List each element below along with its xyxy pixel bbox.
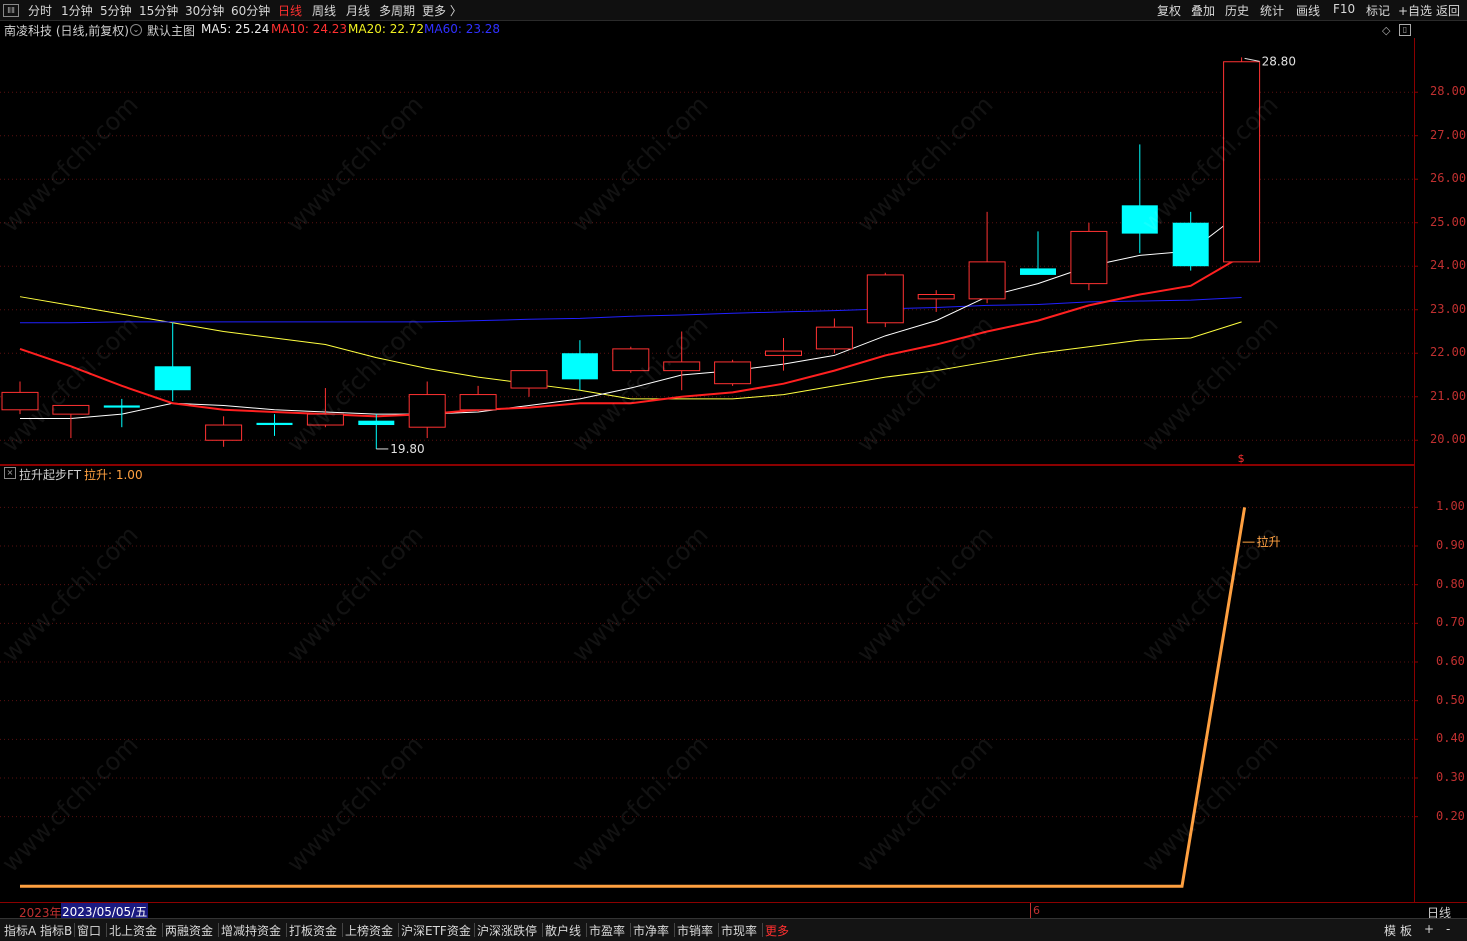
bottom-tab-8[interactable]: 沪深ETF资金 xyxy=(401,922,471,939)
tab-separator xyxy=(106,923,107,937)
candle-body-down xyxy=(561,353,598,380)
candle-body-up xyxy=(205,424,243,441)
bottom-right-button-3[interactable]: - xyxy=(1446,922,1450,936)
kline-chart[interactable]: 28.80 19.80 $ 拉升 xyxy=(0,0,1467,940)
tab-separator xyxy=(674,923,675,937)
cursor-date-label: 2023/05/05/五 xyxy=(61,903,149,919)
bottom-tab-15[interactable]: 更多 xyxy=(765,922,789,939)
tab-separator xyxy=(762,923,763,937)
tab-separator xyxy=(342,923,343,937)
tab-separator xyxy=(718,923,719,937)
low-price-label: 19.80 xyxy=(390,442,424,456)
candle-body-up xyxy=(459,394,497,411)
high-arrow xyxy=(1244,57,1260,62)
ma60-line xyxy=(20,297,1242,324)
lift-signal-line xyxy=(20,507,1247,888)
candle-body-down xyxy=(256,422,293,426)
high-price-label: 28.80 xyxy=(1262,54,1296,68)
bottom-tab-4[interactable]: 两融资金 xyxy=(165,922,213,939)
bottom-right-button-1[interactable]: 板 xyxy=(1400,922,1412,939)
bottom-tab-10[interactable]: 散户线 xyxy=(545,922,581,939)
bottom-tab-12[interactable]: 市净率 xyxy=(633,922,669,939)
candle-body-up xyxy=(917,294,955,300)
candle-body-up xyxy=(306,413,344,426)
candle-body-down xyxy=(358,420,395,426)
candle-body-down xyxy=(1020,268,1056,275)
bottom-tab-2[interactable]: 窗口 xyxy=(77,922,101,939)
date-axis: 2023年 2023/05/05/五 6 日线 xyxy=(0,902,1467,920)
month-marker-label: 6 xyxy=(1033,904,1040,917)
candle-body-up xyxy=(510,370,548,389)
tab-separator xyxy=(218,923,219,937)
candle-body-up xyxy=(1070,230,1108,285)
tab-separator xyxy=(630,923,631,937)
bottom-tab-14[interactable]: 市现率 xyxy=(721,922,757,939)
tab-separator xyxy=(542,923,543,937)
candle-body-down xyxy=(103,405,140,408)
tab-separator xyxy=(474,923,475,937)
bottom-tabs-bar: 指标A 指标B 窗口 北上资金 两融资金 增减持资金 打板资金 上榜资金 沪深ETF资金 沪深涨跌… xyxy=(0,918,1467,941)
candle-body-up xyxy=(866,274,904,324)
bottom-tab-3[interactable]: 北上资金 xyxy=(109,922,157,939)
candle-body-down xyxy=(1172,222,1209,267)
tab-separator xyxy=(162,923,163,937)
bottom-right-button-2[interactable]: + xyxy=(1424,922,1434,936)
candle-body-up xyxy=(408,394,446,428)
signal-marker: $ xyxy=(1238,452,1245,465)
bottom-tab-5[interactable]: 增减持资金 xyxy=(221,922,281,939)
candle-body-down xyxy=(1121,205,1158,234)
candle-body-up xyxy=(815,326,853,350)
bottom-tab-6[interactable]: 打板资金 xyxy=(289,922,337,939)
bottom-tab-9[interactable]: 沪深涨跌停 xyxy=(477,922,537,939)
bottom-tab-1[interactable]: 指标B xyxy=(40,922,72,939)
month-tick xyxy=(1030,903,1031,918)
bottom-tab-7[interactable]: 上榜资金 xyxy=(345,922,393,939)
bottom-tab-13[interactable]: 市销率 xyxy=(677,922,713,939)
candle-body-up xyxy=(968,261,1006,300)
ma10-line xyxy=(19,255,1243,418)
bottom-tab-0[interactable]: 指标A xyxy=(4,922,36,939)
lift-line-label: 拉升 xyxy=(1257,534,1281,549)
candle-body-up xyxy=(1223,61,1261,263)
bottom-tab-11[interactable]: 市盈率 xyxy=(589,922,625,939)
candle-body-up xyxy=(1,391,39,411)
candle-body-up xyxy=(52,404,90,415)
candle-body-up xyxy=(714,361,752,385)
tab-separator xyxy=(398,923,399,937)
candle-body-up xyxy=(765,350,802,356)
candle-body-up xyxy=(663,361,701,372)
candle-body-down xyxy=(154,366,191,391)
bottom-right-button-0[interactable]: 模 xyxy=(1384,922,1396,939)
candle-body-up xyxy=(612,348,650,372)
tab-separator xyxy=(586,923,587,937)
tab-separator xyxy=(286,923,287,937)
tab-separator xyxy=(74,923,75,937)
